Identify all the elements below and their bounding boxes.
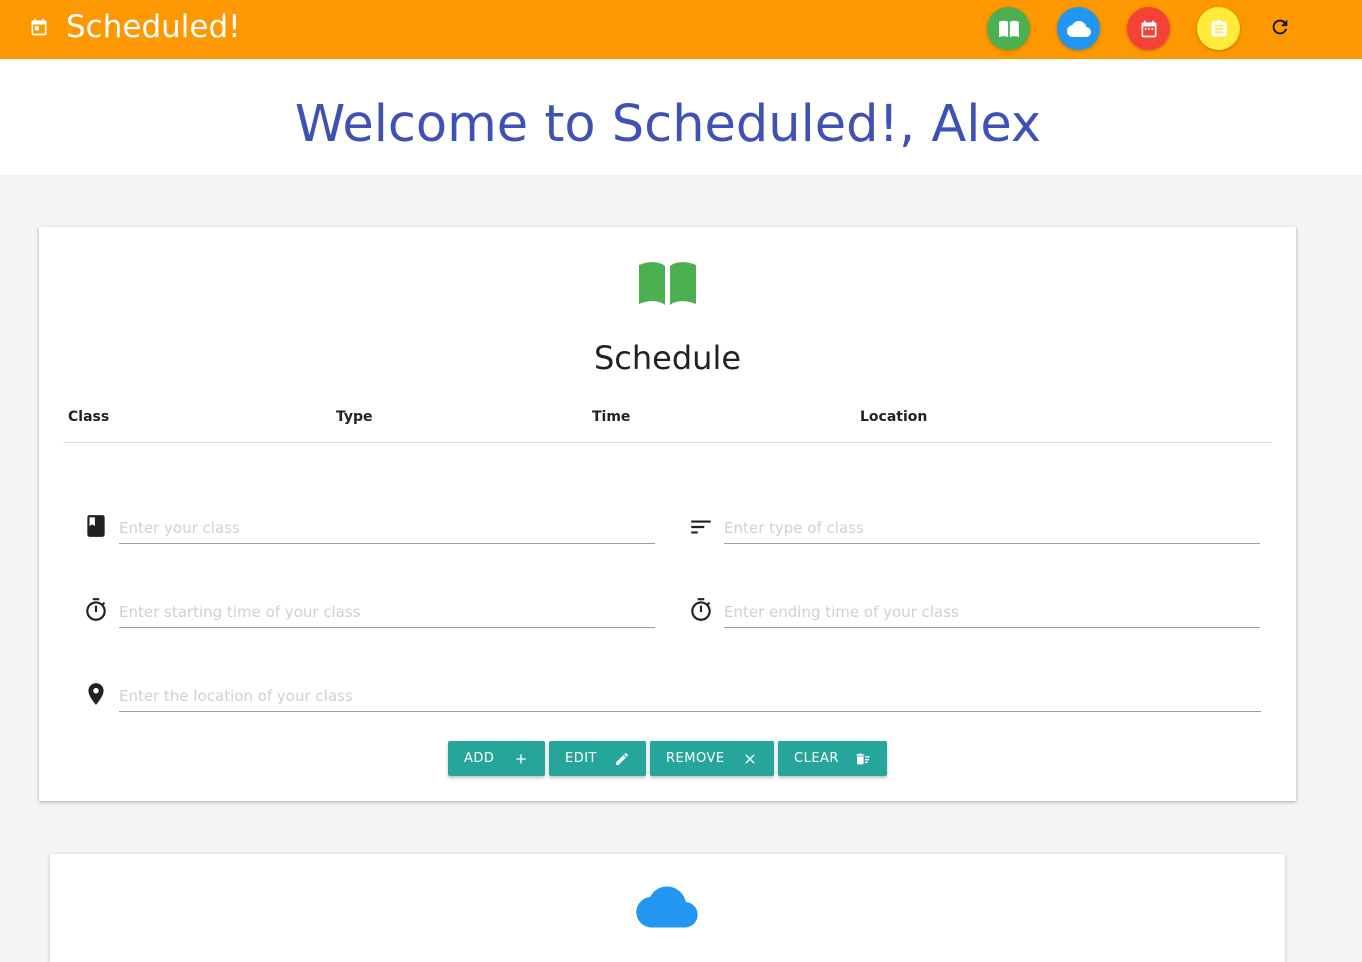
nav-schedule-button[interactable]	[987, 7, 1030, 50]
column-header-location: Location	[860, 409, 928, 425]
clear-button-label: CLEAR	[794, 751, 839, 766]
refresh-icon[interactable]	[1269, 16, 1291, 38]
end-time-input[interactable]	[724, 596, 1260, 628]
cloud-icon	[636, 886, 698, 928]
welcome-section: Welcome to Scheduled!, Alex	[0, 59, 1362, 175]
close-icon	[745, 753, 755, 764]
table-header-divider	[63, 442, 1272, 443]
book-icon	[639, 262, 696, 305]
edit-button-label: EDIT	[565, 751, 597, 766]
add-button[interactable]: ADD	[448, 741, 545, 776]
remove-button-label: REMOVE	[666, 751, 725, 766]
nav-calendar-button[interactable]	[1127, 7, 1170, 50]
class-book-icon	[87, 515, 105, 537]
nav-weather-button[interactable]	[1057, 7, 1100, 50]
column-header-time: Time	[592, 409, 631, 425]
top-app-bar: Scheduled!	[0, 0, 1362, 59]
timer-icon	[86, 598, 106, 621]
plus-icon	[516, 753, 526, 764]
column-header-type: Type	[336, 409, 373, 425]
calendar-icon	[1141, 20, 1156, 37]
schedule-card: Schedule Class Type Time Location ADD ED…	[39, 227, 1296, 801]
location-pin-icon	[88, 683, 104, 705]
add-button-label: ADD	[464, 751, 495, 766]
nav-notes-button[interactable]	[1197, 7, 1240, 50]
delete-sweep-icon	[856, 753, 870, 764]
class-input[interactable]	[119, 512, 655, 544]
welcome-heading: Welcome to Scheduled!, Alex	[294, 95, 1042, 154]
sort-icon	[691, 520, 711, 534]
calendar-icon	[31, 18, 47, 36]
cloud-icon	[1066, 20, 1091, 37]
type-input[interactable]	[724, 512, 1260, 544]
column-header-class: Class	[68, 409, 110, 425]
pencil-icon	[616, 752, 629, 765]
remove-button[interactable]: REMOVE	[650, 741, 774, 776]
schedule-title: Schedule	[593, 339, 742, 377]
app-title: Scheduled!	[66, 9, 241, 45]
start-time-input[interactable]	[119, 596, 655, 628]
edit-button[interactable]: EDIT	[549, 741, 646, 776]
clear-button[interactable]: CLEAR	[778, 741, 887, 776]
weather-card	[50, 854, 1285, 962]
timer-icon	[691, 598, 711, 621]
location-input[interactable]	[119, 680, 1261, 712]
book-icon	[998, 20, 1019, 37]
clipboard-icon	[1211, 19, 1226, 36]
